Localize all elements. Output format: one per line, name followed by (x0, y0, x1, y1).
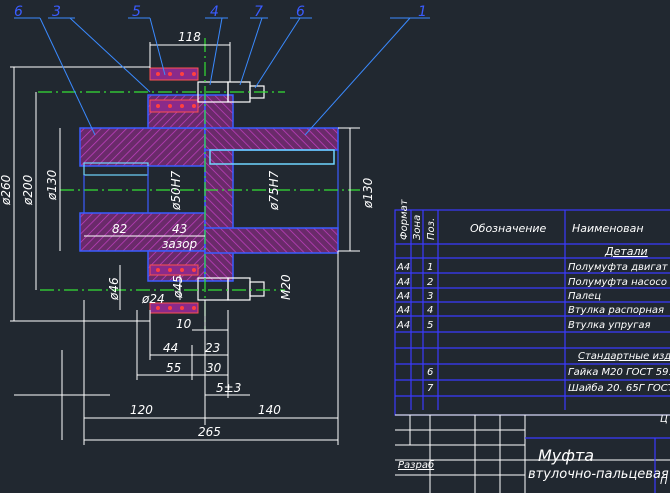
drawing-canvas[interactable]: 6 3 5 4 7 6 1 118 ø260 ø200 ø130 ø130 ø5… (0, 0, 670, 493)
dim-23: 23 (205, 341, 220, 355)
dim-55: 55 (166, 361, 181, 375)
crosshair-icon (14, 350, 110, 440)
section-standard: Стандартные изде (578, 351, 670, 362)
row3-fmt: A4 (396, 291, 410, 302)
dim-44: 44 (163, 341, 178, 355)
leader-4: 4 (210, 4, 219, 20)
row2-name: Полумуфта насосо (568, 277, 667, 288)
dim-82: 82 (112, 222, 127, 236)
drawing-title: Муфта (538, 446, 594, 465)
col-pos: Поз. (426, 218, 437, 240)
row1-fmt: A4 (396, 262, 410, 273)
dim-gap: зазор (162, 237, 197, 251)
row4-pos: 4 (427, 305, 433, 316)
developer-label: Разраб (398, 459, 434, 471)
leader-7: 7 (254, 4, 263, 20)
col-zone: Зона (412, 215, 423, 240)
dim-d50h7: ø50H7 (169, 170, 183, 211)
dim-d75h7: ø75H7 (267, 170, 281, 211)
row5-fmt: A4 (396, 320, 410, 331)
leader-5: 5 (132, 4, 141, 20)
row4-fmt: A4 (396, 305, 410, 316)
dim-d260: ø260 (0, 174, 13, 206)
row4-name: Втулка распорная (568, 305, 664, 316)
dim-m20: M20 (279, 274, 293, 300)
dim-118: 118 (178, 30, 201, 44)
dim-43: 43 (172, 222, 187, 236)
row1-pos: 1 (427, 262, 433, 273)
col-designation: Обозначение (470, 222, 547, 235)
col-format: Формат (399, 198, 410, 240)
dim-30: 30 (206, 361, 222, 375)
row6-pos: 6 (427, 367, 433, 378)
col-name: Наименован (572, 222, 644, 235)
row3-name: Палец (568, 291, 601, 302)
row1-name: Полумуфта двигат (568, 262, 669, 273)
dim-d45: ø45 (171, 275, 185, 299)
dim-265: 265 (198, 425, 221, 439)
leader-6-right: 6 (296, 4, 305, 20)
row7-pos: 7 (427, 383, 434, 394)
cad-drawing-viewport[interactable]: 6 3 5 4 7 6 1 118 ø260 ø200 ø130 ø130 ø5… (0, 0, 670, 493)
row3-pos: 3 (427, 291, 433, 302)
dim-d24: ø24 (141, 292, 165, 306)
dim-10: 10 (176, 317, 192, 331)
dim-d46: ø46 (107, 277, 121, 301)
left-half-coupling (79, 94, 206, 282)
row5-name: Втулка упругая (568, 320, 650, 331)
row6-name: Гайка М20 ГОСТ 5915- (568, 367, 670, 378)
drawing-subtitle: втулочно-пальцевая (528, 467, 669, 482)
leader-1: 1 (418, 4, 427, 20)
dim-d130-left: ø130 (45, 169, 59, 201)
leader-6-left: 6 (14, 4, 23, 20)
title-mark: Ц (660, 414, 668, 425)
row2-pos: 2 (427, 277, 433, 288)
row5-pos: 5 (427, 320, 433, 331)
dim-d200: ø200 (21, 174, 35, 206)
title-mark-2: П (660, 476, 668, 487)
dim-5pm3: 5±3 (216, 381, 241, 395)
dim-140: 140 (258, 403, 281, 417)
dim-d130-right: ø130 (361, 177, 375, 209)
section-details: Детали (604, 245, 648, 258)
leader-3: 3 (52, 4, 61, 20)
row2-fmt: A4 (396, 277, 410, 288)
row7-name: Шайба 20. 65Г ГОСТ6 (568, 382, 670, 394)
dim-120: 120 (130, 403, 153, 417)
